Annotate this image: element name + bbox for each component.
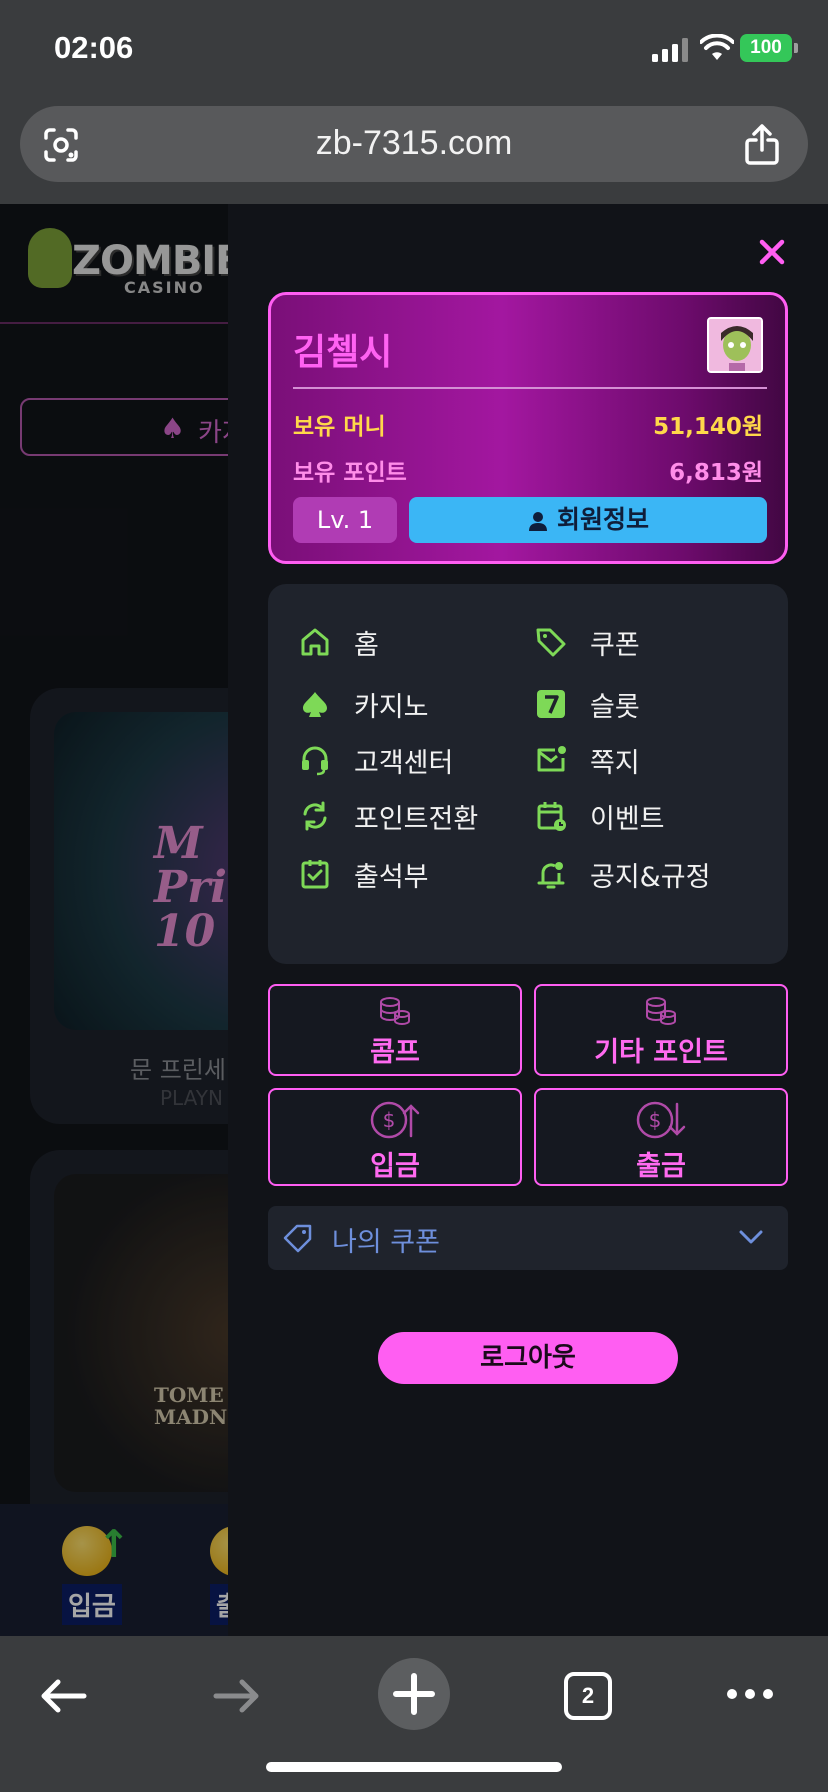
spade-icon xyxy=(303,692,327,717)
home-indicator xyxy=(266,1762,562,1772)
svg-text:$: $ xyxy=(383,1108,396,1132)
other-points-button[interactable]: 기타 포인트 xyxy=(534,984,788,1076)
slot-seven-icon xyxy=(537,690,565,718)
dollar-down-icon: $ xyxy=(636,1101,686,1139)
menu-label: 포인트전환 xyxy=(354,803,479,835)
status-time: 02:06 xyxy=(54,30,134,65)
menu-item-home[interactable]: 홈 xyxy=(298,620,379,664)
zombie-avatar-icon xyxy=(709,319,761,371)
menu-item-point-exchange[interactable]: 포인트전환 xyxy=(298,794,478,838)
plus-icon xyxy=(393,1673,435,1715)
menu-label: 고객센터 xyxy=(354,747,454,779)
svg-text:$: $ xyxy=(649,1108,662,1132)
menu-grid: 홈 쿠폰 카지노 슬롯 고객센터 쪽지 포인트전환 이벤트 출석부 공지&규정 xyxy=(268,584,788,964)
tag-icon xyxy=(283,1224,312,1253)
point-value: 6,813원 xyxy=(669,460,763,486)
menu-item-casino[interactable]: 카지노 xyxy=(298,682,429,726)
menu-label: 이벤트 xyxy=(590,803,665,835)
menu-label: 홈 xyxy=(354,629,379,661)
deposit-label: 입금 xyxy=(370,1151,420,1182)
new-tab-button[interactable] xyxy=(378,1658,450,1730)
exchange-icon xyxy=(303,801,327,831)
calendar-icon xyxy=(537,802,566,831)
person-icon xyxy=(528,512,547,531)
other-points-label: 기타 포인트 xyxy=(594,1037,728,1068)
share-icon[interactable] xyxy=(742,122,782,166)
money-label: 보유 머니 xyxy=(293,414,386,440)
back-arrow-icon[interactable] xyxy=(38,1676,88,1716)
withdraw-label: 출금 xyxy=(636,1151,686,1182)
menu-label: 출석부 xyxy=(354,861,429,893)
menu-item-notice[interactable]: 공지&규정 xyxy=(534,852,710,896)
user-name: 김첼시 xyxy=(293,332,393,373)
dollar-up-icon: $ xyxy=(370,1101,420,1139)
my-coupon-dropdown[interactable]: 나의 쿠폰 xyxy=(268,1206,788,1270)
withdraw-button[interactable]: $ 출금 xyxy=(534,1088,788,1186)
menu-label: 쪽지 xyxy=(590,747,640,779)
checklist-icon xyxy=(301,860,329,889)
battery-indicator: 100 xyxy=(740,34,792,62)
headset-icon xyxy=(302,746,328,776)
deposit-button[interactable]: $ 입금 xyxy=(268,1088,522,1186)
member-info-button[interactable]: 회원정보 xyxy=(409,497,767,543)
forward-arrow-icon[interactable] xyxy=(212,1676,262,1716)
money-value: 51,140원 xyxy=(653,414,763,440)
close-icon[interactable] xyxy=(752,232,792,272)
member-info-label: 회원정보 xyxy=(556,505,649,534)
menu-item-message[interactable]: 쪽지 xyxy=(534,738,640,782)
coin-stack-icon xyxy=(380,997,410,1025)
side-drawer: 김첼시 보유 머니 51,140원 보유 포인트 6,813원 Lv. 1 회원… xyxy=(228,204,828,1636)
my-coupon-label: 나의 쿠폰 xyxy=(332,1227,440,1258)
menu-label: 카지노 xyxy=(354,691,429,723)
comp-button[interactable]: 콤프 xyxy=(268,984,522,1076)
logout-button[interactable]: 로그아웃 xyxy=(378,1332,678,1384)
wifi-icon xyxy=(700,34,734,60)
avatar xyxy=(707,317,763,373)
coin-stack-icon xyxy=(646,997,676,1025)
menu-item-slot[interactable]: 슬롯 xyxy=(534,682,640,726)
chevron-down-icon xyxy=(739,1230,763,1244)
home-icon xyxy=(301,628,329,656)
point-label: 보유 포인트 xyxy=(293,460,407,486)
url-text[interactable]: zb-7315.com xyxy=(20,124,808,163)
menu-item-event[interactable]: 이벤트 xyxy=(534,794,665,838)
bell-icon xyxy=(537,862,565,889)
comp-label: 콤프 xyxy=(370,1037,420,1068)
tabs-button[interactable]: 2 xyxy=(564,1672,612,1720)
menu-item-attendance[interactable]: 출석부 xyxy=(298,852,429,896)
menu-label: 슬롯 xyxy=(590,691,640,723)
status-bar: 02:06 100 xyxy=(0,0,828,100)
battery-nub xyxy=(794,43,798,53)
mail-icon xyxy=(537,746,566,772)
menu-label: 쿠폰 xyxy=(590,629,640,661)
cellular-signal-icon xyxy=(652,38,688,62)
user-info-card: 김첼시 보유 머니 51,140원 보유 포인트 6,813원 Lv. 1 회원… xyxy=(268,292,788,564)
more-icon[interactable] xyxy=(726,1686,774,1702)
menu-item-support[interactable]: 고객센터 xyxy=(298,738,453,782)
level-badge: Lv. 1 xyxy=(293,497,397,543)
menu-label: 공지&규정 xyxy=(590,861,711,893)
menu-item-coupon[interactable]: 쿠폰 xyxy=(534,620,640,664)
card-divider xyxy=(293,387,767,389)
address-bar[interactable]: zb-7315.com xyxy=(20,106,808,182)
drawer-backdrop[interactable] xyxy=(0,204,228,1636)
tag-icon xyxy=(536,628,566,657)
